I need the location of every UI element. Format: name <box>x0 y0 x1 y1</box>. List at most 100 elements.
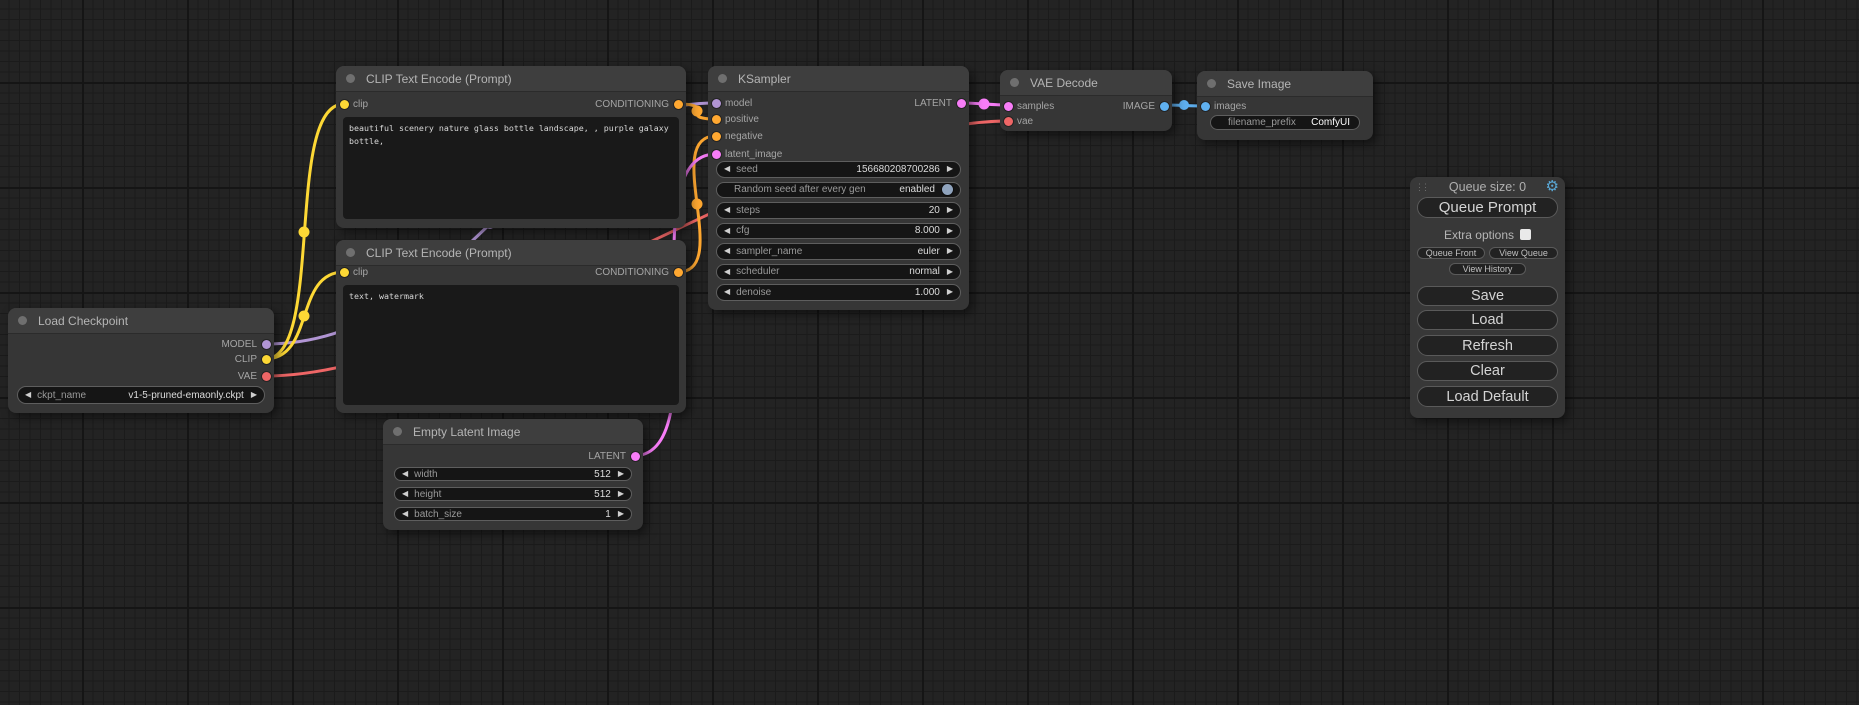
conditioning-port[interactable] <box>674 100 683 109</box>
arrow-left-icon[interactable]: ◀ <box>25 391 31 399</box>
node-clip-text-encode-negative[interactable]: CLIP Text Encode (Prompt) clip CONDITION… <box>336 240 686 413</box>
output-label: CONDITIONING <box>595 99 669 110</box>
arrow-right-icon[interactable]: ▶ <box>251 391 257 399</box>
prompt-textarea[interactable]: beautiful scenery nature glass bottle la… <box>343 117 679 219</box>
widget-value: 512 <box>594 489 611 500</box>
refresh-button[interactable]: Refresh <box>1417 335 1558 356</box>
widget-value: 156680208700286 <box>856 164 939 175</box>
load-button[interactable]: Load <box>1417 310 1558 330</box>
arrow-left-icon[interactable]: ◀ <box>724 268 730 276</box>
wire-dot <box>692 199 703 210</box>
arrow-right-icon[interactable]: ▶ <box>947 206 953 214</box>
node-header[interactable]: Save Image <box>1197 71 1373 97</box>
widget-batch-size[interactable]: ◀ batch_size 1 ▶ <box>394 507 632 521</box>
save-button[interactable]: Save <box>1417 286 1558 306</box>
widget-scheduler[interactable]: ◀ scheduler normal ▶ <box>716 264 961 281</box>
arrow-right-icon[interactable]: ▶ <box>947 165 953 173</box>
widget-label: filename_prefix <box>1228 117 1296 128</box>
widget-width[interactable]: ◀ width 512 ▶ <box>394 467 632 481</box>
arrow-left-icon[interactable]: ◀ <box>724 165 730 173</box>
clear-button[interactable]: Clear <box>1417 361 1558 381</box>
arrow-left-icon[interactable]: ◀ <box>402 470 408 478</box>
collapse-dot-icon[interactable] <box>346 248 355 257</box>
extra-options-checkbox[interactable] <box>1520 229 1531 240</box>
latent-image-input-port[interactable] <box>712 150 721 159</box>
arrow-left-icon[interactable]: ◀ <box>402 490 408 498</box>
widget-value: 8.000 <box>915 225 940 236</box>
arrow-right-icon[interactable]: ▶ <box>947 247 953 255</box>
toggle-circle-icon[interactable] <box>942 184 953 195</box>
collapse-dot-icon[interactable] <box>1010 78 1019 87</box>
widget-filename-prefix[interactable]: filename_prefix ComfyUI <box>1210 115 1360 130</box>
arrow-right-icon[interactable]: ▶ <box>618 490 624 498</box>
node-header[interactable]: Empty Latent Image <box>383 419 643 445</box>
negative-input-port[interactable] <box>712 132 721 141</box>
node-header[interactable]: KSampler <box>708 66 969 92</box>
vae-port[interactable] <box>262 372 271 381</box>
widget-height[interactable]: ◀ height 512 ▶ <box>394 487 632 501</box>
collapse-dot-icon[interactable] <box>346 74 355 83</box>
model-input-port[interactable] <box>712 99 721 108</box>
settings-gear-icon[interactable]: ⚙ <box>1546 179 1559 194</box>
drag-handle-icon[interactable]: ⋮⋮ <box>1415 183 1427 192</box>
node-vae-decode[interactable]: VAE Decode samples IMAGE vae <box>1000 70 1172 131</box>
widget-value: enabled <box>899 184 935 195</box>
latent-output-port[interactable] <box>631 452 640 461</box>
arrow-right-icon[interactable]: ▶ <box>947 288 953 296</box>
clip-port[interactable] <box>262 355 271 364</box>
widget-steps[interactable]: ◀ steps 20 ▶ <box>716 202 961 219</box>
collapse-dot-icon[interactable] <box>18 316 27 325</box>
widget-sampler-name[interactable]: ◀ sampler_name euler ▶ <box>716 243 961 260</box>
samples-input-port[interactable] <box>1004 102 1013 111</box>
arrow-left-icon[interactable]: ◀ <box>724 206 730 214</box>
widget-seed[interactable]: ◀ seed 156680208700286 ▶ <box>716 161 961 178</box>
view-history-button[interactable]: View History <box>1449 263 1526 275</box>
wire-dot <box>299 227 310 238</box>
vae-input-port[interactable] <box>1004 117 1013 126</box>
arrow-right-icon[interactable]: ▶ <box>618 470 624 478</box>
node-header[interactable]: CLIP Text Encode (Prompt) <box>336 66 686 92</box>
node-header[interactable]: Load Checkpoint <box>8 308 274 334</box>
widget-ckpt-name[interactable]: ◀ ckpt_name v1-5-pruned-emaonly.ckpt ▶ <box>17 386 265 404</box>
positive-input-port[interactable] <box>712 115 721 124</box>
clip-input-port[interactable] <box>340 268 349 277</box>
widget-cfg[interactable]: ◀ cfg 8.000 ▶ <box>716 223 961 240</box>
node-clip-text-encode-positive[interactable]: CLIP Text Encode (Prompt) clip CONDITION… <box>336 66 686 228</box>
widget-random-seed-toggle[interactable]: Random seed after every gen enabled <box>716 182 961 199</box>
node-title: CLIP Text Encode (Prompt) <box>366 246 512 260</box>
arrow-right-icon[interactable]: ▶ <box>947 227 953 235</box>
images-input-port[interactable] <box>1201 102 1210 111</box>
arrow-left-icon[interactable]: ◀ <box>402 510 408 518</box>
view-queue-button[interactable]: View Queue <box>1489 247 1558 259</box>
prompt-textarea[interactable]: text, watermark <box>343 285 679 405</box>
node-graph-canvas[interactable]: Load Checkpoint MODEL CLIP VAE ◀ ckpt_na… <box>0 0 1859 705</box>
arrow-right-icon[interactable]: ▶ <box>618 510 624 518</box>
queue-prompt-button[interactable]: Queue Prompt <box>1417 197 1558 218</box>
arrow-left-icon[interactable]: ◀ <box>724 288 730 296</box>
arrow-left-icon[interactable]: ◀ <box>724 227 730 235</box>
clip-input-port[interactable] <box>340 100 349 109</box>
arrow-left-icon[interactable]: ◀ <box>724 247 730 255</box>
node-ksampler[interactable]: KSampler model LATENT positive negative … <box>708 66 969 310</box>
input-label: positive <box>725 114 759 125</box>
latent-output-port[interactable] <box>957 99 966 108</box>
node-empty-latent-image[interactable]: Empty Latent Image LATENT ◀ width 512 ▶ … <box>383 419 643 530</box>
widget-value: euler <box>918 246 940 257</box>
node-load-checkpoint[interactable]: Load Checkpoint MODEL CLIP VAE ◀ ckpt_na… <box>8 308 274 413</box>
node-save-image[interactable]: Save Image images filename_prefix ComfyU… <box>1197 71 1373 140</box>
model-port[interactable] <box>262 340 271 349</box>
collapse-dot-icon[interactable] <box>393 427 402 436</box>
node-header[interactable]: CLIP Text Encode (Prompt) <box>336 240 686 266</box>
conditioning-port[interactable] <box>674 268 683 277</box>
queue-panel-header: ⋮⋮ Queue size: 0 ⚙ <box>1410 180 1565 194</box>
image-output-port[interactable] <box>1160 102 1169 111</box>
widget-label: Random seed after every gen <box>734 184 866 195</box>
queue-front-button[interactable]: Queue Front <box>1417 247 1485 259</box>
collapse-dot-icon[interactable] <box>718 74 727 83</box>
node-header[interactable]: VAE Decode <box>1000 70 1172 96</box>
collapse-dot-icon[interactable] <box>1207 79 1216 88</box>
widget-label: height <box>414 489 441 500</box>
widget-denoise[interactable]: ◀ denoise 1.000 ▶ <box>716 284 961 301</box>
load-default-button[interactable]: Load Default <box>1417 386 1558 407</box>
arrow-right-icon[interactable]: ▶ <box>947 268 953 276</box>
